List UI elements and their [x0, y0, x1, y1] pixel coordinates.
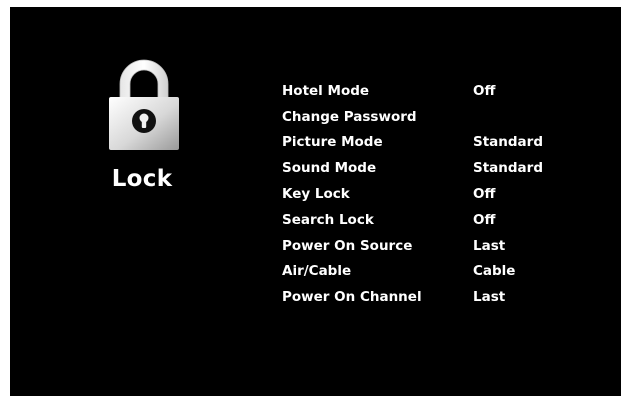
menu-item-picture-mode[interactable]: Picture Mode Standard [282, 130, 582, 156]
menu-item-power-on-source[interactable]: Power On Source Last [282, 233, 582, 259]
menu-item-power-on-channel[interactable]: Power On Channel Last [282, 284, 582, 310]
menu-item-label: Power On Channel [282, 289, 422, 306]
menu-item-label: Search Lock [282, 211, 374, 228]
menu-item-label: Key Lock [282, 186, 350, 203]
menu-item-label: Sound Mode [282, 160, 377, 177]
menu-item-value: Last [473, 289, 506, 306]
padlock-icon [107, 57, 181, 153]
menu-item-label: Hotel Mode [282, 82, 370, 99]
menu-item-hotel-mode[interactable]: Hotel Mode Off [282, 78, 582, 104]
menu-item-value: Off [473, 186, 496, 203]
menu-item-search-lock[interactable]: Search Lock Off [282, 207, 582, 233]
menu-item-value: Standard [473, 160, 543, 177]
menu-item-label: Picture Mode [282, 134, 383, 151]
menu-item-value: Off [473, 211, 496, 228]
settings-menu: Hotel Mode Off Change Password Picture M… [282, 78, 582, 310]
section-title: Lock [111, 166, 173, 192]
menu-item-value: Last [473, 237, 506, 254]
menu-item-change-password[interactable]: Change Password [282, 104, 582, 130]
menu-item-value: Cable [473, 263, 516, 280]
menu-item-value: Off [473, 82, 496, 99]
menu-item-sound-mode[interactable]: Sound Mode Standard [282, 155, 582, 181]
menu-item-key-lock[interactable]: Key Lock Off [282, 181, 582, 207]
menu-item-value: Standard [473, 134, 543, 151]
menu-item-label: Power On Source [282, 237, 413, 254]
menu-item-label: Air/Cable [282, 263, 352, 280]
tv-menu-screen: Lock Hotel Mode Off Change Password Pict… [10, 7, 621, 396]
menu-item-air-cable[interactable]: Air/Cable Cable [282, 259, 582, 285]
menu-item-label: Change Password [282, 108, 417, 125]
